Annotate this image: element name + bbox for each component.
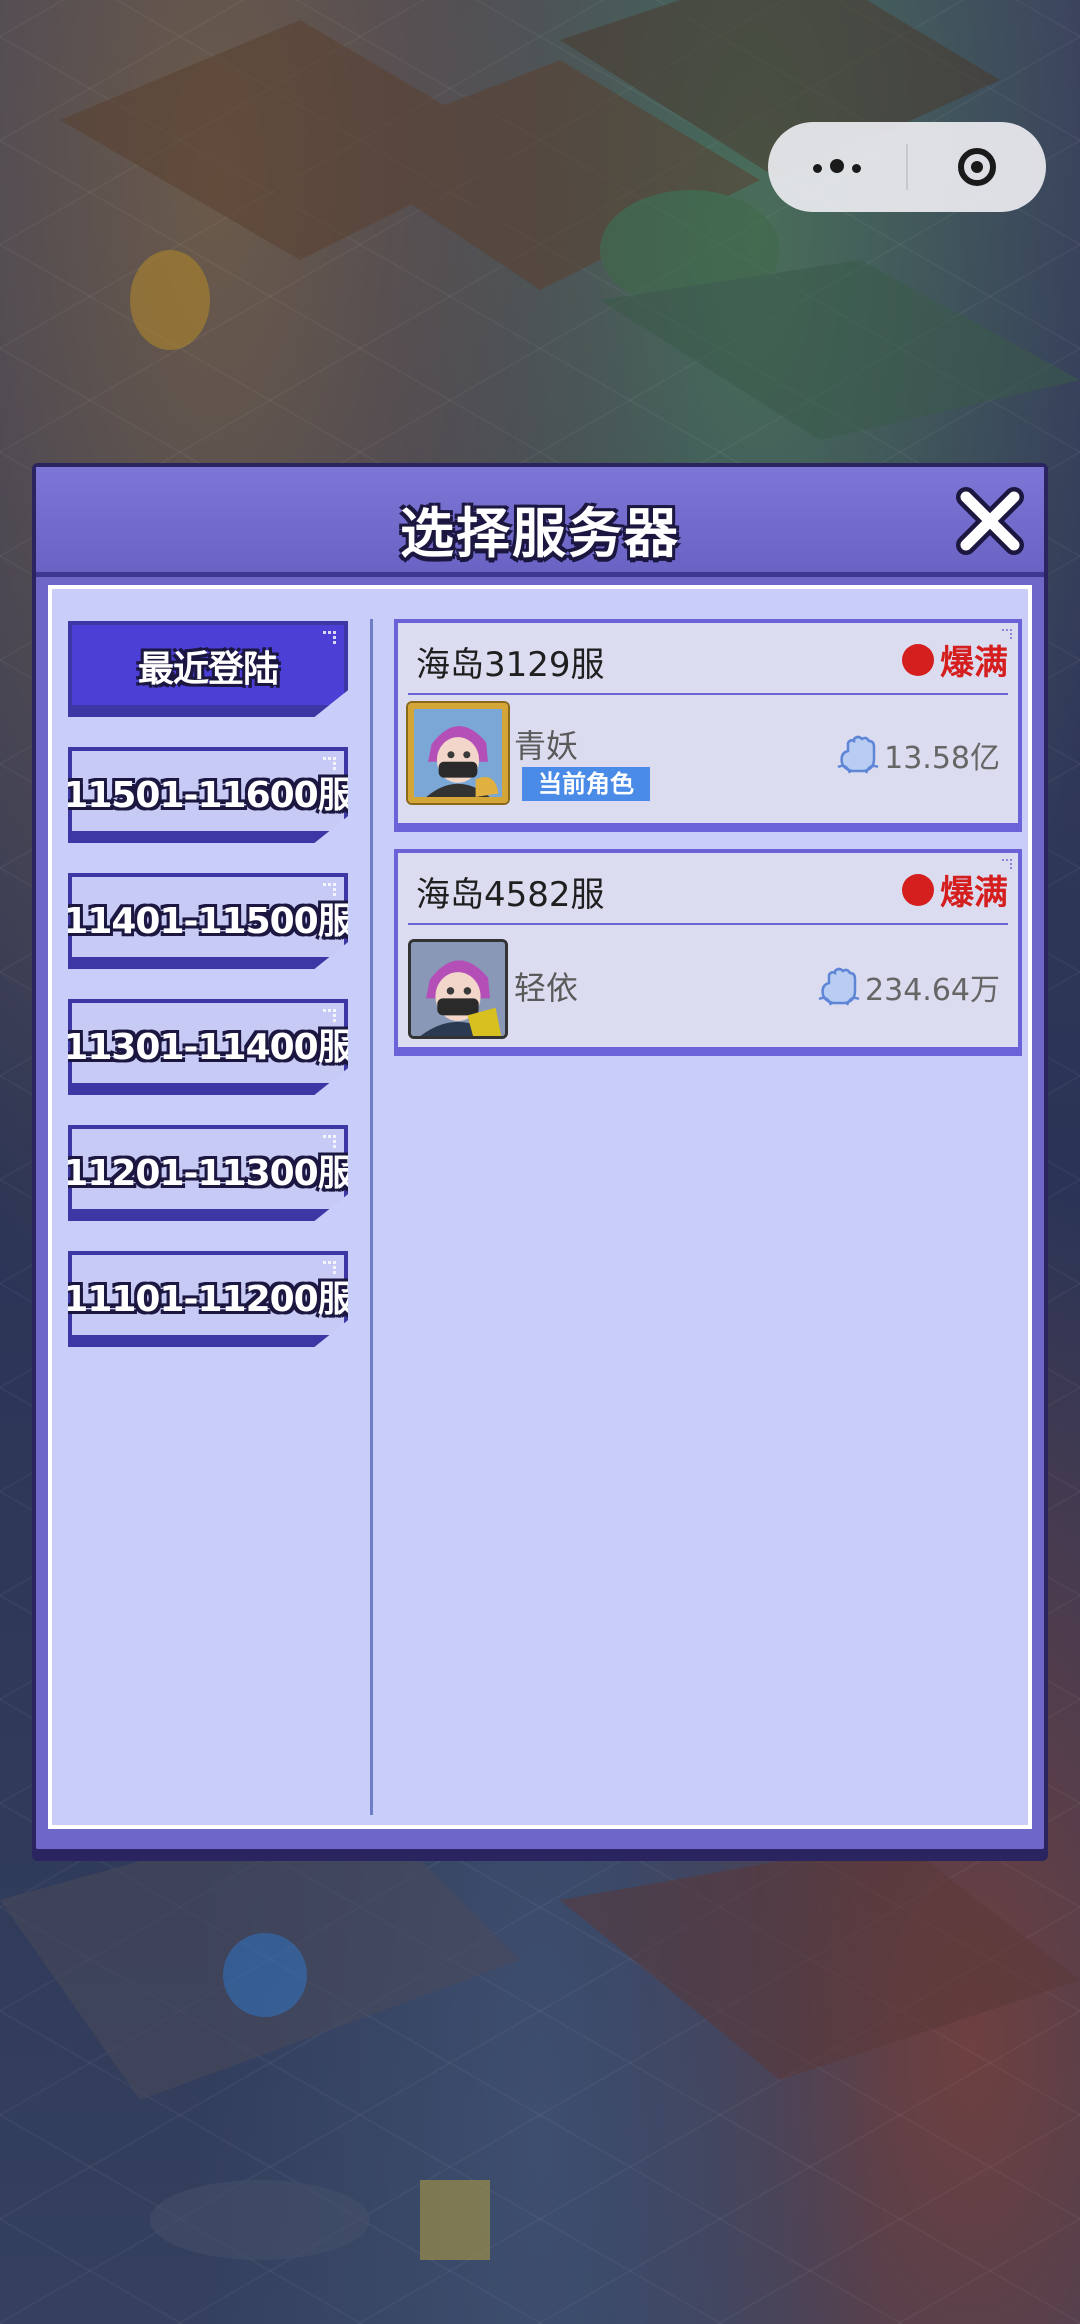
server-list: 海岛3129服 爆满 青妖 当前角色 13.58亿 海岛4582服 爆满 轻依 … <box>394 619 1022 1073</box>
target-icon <box>958 148 996 186</box>
status-dot-icon <box>902 873 934 906</box>
current-role-badge: 当前角色 <box>522 767 650 801</box>
fist-icon <box>837 735 879 774</box>
tab-recent-login[interactable]: 最近登陆 <box>68 621 348 717</box>
server-card-header: 海岛3129服 爆满 <box>408 623 1008 695</box>
server-card-role: 青妖 当前角色 13.58亿 <box>398 695 1018 823</box>
tab-label: 最近登陆 <box>137 649 279 690</box>
role-name: 青妖 <box>514 727 579 765</box>
dialog-body: 最近登陆 11501-11600服 11401-11500服 11301-114… <box>48 585 1032 1829</box>
dialog-title: 选择服务器 <box>400 502 680 565</box>
server-card-header: 海岛4582服 爆满 <box>408 853 1008 925</box>
server-card[interactable]: 海岛3129服 爆满 青妖 当前角色 13.58亿 <box>394 619 1022 827</box>
close-button[interactable] <box>954 485 1026 557</box>
tab-11501-11600[interactable]: 11501-11600服 <box>68 747 348 843</box>
tab-label: 11201-11300服 <box>63 1153 353 1194</box>
power-value: 234.64万 <box>865 973 1000 1008</box>
status-label: 爆满 <box>940 643 1008 683</box>
exit-button[interactable] <box>908 148 1046 186</box>
more-button[interactable] <box>768 122 906 212</box>
tab-corner-dots <box>323 631 336 644</box>
combat-power: 234.64万 <box>817 965 1000 1009</box>
avatar <box>408 703 508 803</box>
role-name: 轻依 <box>514 969 579 1007</box>
combat-power: 13.58亿 <box>836 733 1000 777</box>
more-dots-icon <box>809 158 865 177</box>
dialog-header: 选择服务器 <box>36 467 1044 577</box>
server-select-dialog: 选择服务器 最近登陆 11501-11600服 11401-11500服 113… <box>32 463 1048 1853</box>
server-status: 爆满 <box>902 865 1008 914</box>
server-card-role: 轻依 234.64万 <box>398 925 1018 1047</box>
power-value: 13.58亿 <box>884 741 1000 776</box>
server-range-tabs: 最近登陆 11501-11600服 11401-11500服 11301-114… <box>68 621 348 1377</box>
tab-label: 11301-11400服 <box>63 1027 353 1068</box>
tab-label: 11101-11200服 <box>63 1279 353 1320</box>
tab-label: 11401-11500服 <box>63 901 353 942</box>
tab-label: 11501-11600服 <box>63 775 353 816</box>
tab-11101-11200[interactable]: 11101-11200服 <box>68 1251 348 1347</box>
column-divider <box>370 619 373 1815</box>
server-name: 海岛4582服 <box>416 875 605 915</box>
tab-11401-11500[interactable]: 11401-11500服 <box>68 873 348 969</box>
status-label: 爆满 <box>940 873 1008 913</box>
tab-11301-11400[interactable]: 11301-11400服 <box>68 999 348 1095</box>
close-icon <box>956 487 1024 555</box>
character-portrait-icon <box>411 942 505 1036</box>
status-dot-icon <box>902 643 934 676</box>
fist-icon <box>818 967 860 1006</box>
tab-11201-11300[interactable]: 11201-11300服 <box>68 1125 348 1221</box>
server-status: 爆满 <box>902 635 1008 684</box>
server-name: 海岛3129服 <box>416 645 605 685</box>
character-portrait-icon <box>414 709 502 797</box>
miniprogram-capsule <box>768 122 1046 212</box>
server-card[interactable]: 海岛4582服 爆满 轻依 234.64万 <box>394 849 1022 1051</box>
avatar <box>408 939 508 1039</box>
